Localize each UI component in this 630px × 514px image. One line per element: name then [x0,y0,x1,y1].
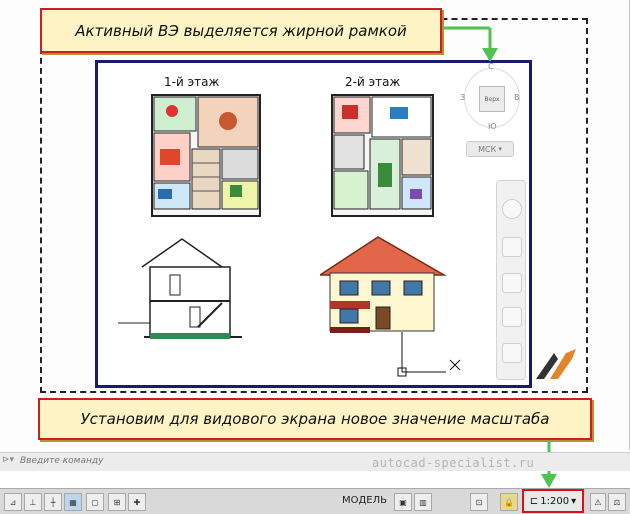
floor-1-plan [151,94,261,217]
callout-active-viewport: Активный ВЭ выделяется жирной рамкой [40,8,442,53]
autocad-logo-icon [536,349,576,379]
building-section [118,238,242,339]
viewcube[interactable]: С Ю З В Верх [460,62,522,132]
showmotion-icon[interactable] [502,343,522,363]
viewcube-east[interactable]: В [514,93,520,102]
layout-icon[interactable]: ▣ [394,493,412,511]
layouts-list-icon[interactable]: ▥ [414,493,432,511]
object-snap-icon[interactable]: ⊞ [108,493,126,511]
chevron-down-icon: ▾ [571,495,577,507]
command-input[interactable] [20,456,320,466]
watermark-text: autocad-specialist.ru [372,456,535,470]
pan-hand-icon[interactable] [502,237,522,257]
viewport-scale-selector[interactable]: ⊏ 1:200 ▾ [522,489,584,513]
tracking-icon[interactable]: ✚ [128,493,146,511]
steering-wheel-icon[interactable] [502,199,522,219]
arrow-to-viewcube [442,26,498,62]
viewcube-west[interactable]: З [460,93,465,102]
floor-1-label: 1-й этаж [164,75,220,89]
zoom-icon[interactable] [502,273,522,293]
infer-constraints-icon[interactable]: ⊥ [24,493,42,511]
command-prompt-icon: ⊳▾ [2,455,15,465]
ucs-icon [397,332,461,377]
grid-icon[interactable]: ▦ [64,493,82,511]
maximize-viewport-icon[interactable]: ⊡ [470,493,488,511]
drawing-canvas[interactable]: 1-й этаж 2-й этаж С Ю З В Верх МСК ▾ [0,0,630,450]
callout-top-text: Активный ВЭ выделяется жирной рамкой [75,21,407,40]
navigation-bar[interactable] [496,180,526,380]
ucs-menu-button[interactable]: МСК ▾ [466,141,514,157]
ortho-icon[interactable]: ┼ [44,493,62,511]
viewport-scale-icon: ⊏ [529,495,539,507]
annotation-scale-icon[interactable]: ⚖ [608,493,626,511]
lock-viewport-icon[interactable]: 🔒 [500,493,518,511]
polar-icon[interactable]: ◻ [86,493,104,511]
command-line[interactable]: ⊳▾ autocad-specialist.ru [0,452,630,471]
viewcube-south[interactable]: Ю [488,122,497,131]
callout-viewport-scale: Установим для видового экрана новое знач… [38,398,592,440]
floor-2-label: 2-й этаж [345,75,401,89]
viewcube-top-face[interactable]: Верх [479,86,505,112]
floor-2-plan [331,94,434,217]
annotation-visibility-icon[interactable]: ⚠ [590,493,606,511]
ucs-menu-label: МСК [478,144,497,154]
chevron-down-icon: ▾ [498,145,502,153]
viewport-scale-value: 1:200 [540,495,570,507]
building-facade [320,236,447,333]
model-space-toggle[interactable]: МОДЕЛЬ [342,495,387,506]
orbit-icon[interactable] [502,307,522,327]
callout-bottom-text: Установим для видового экрана новое знач… [80,410,550,428]
snap-mode-icon[interactable]: ⊿ [4,493,22,511]
